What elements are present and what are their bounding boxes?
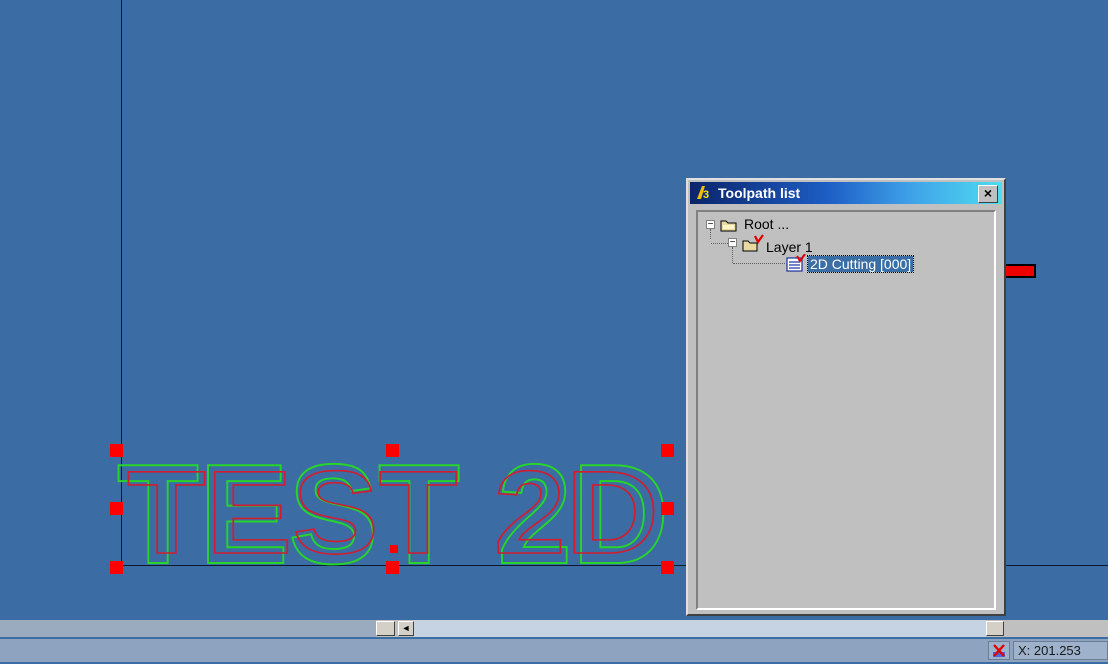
selection-handle-bottom-right[interactable] xyxy=(661,561,674,574)
selection-handle-bottom-mid[interactable] xyxy=(386,561,399,574)
expand-collapse-icon[interactable]: − xyxy=(706,220,715,230)
tree-line xyxy=(733,263,785,264)
close-icon[interactable]: × xyxy=(978,185,998,203)
inner-toolpath-text: TEST 2D xyxy=(127,447,659,579)
tree-toolpath-label[interactable]: 2D Cutting [000] xyxy=(806,255,915,273)
app-logo-icon: 3 xyxy=(697,186,709,201)
coordinate-readout: X: 201.253 xyxy=(1013,641,1108,660)
drawing-text-geometry[interactable]: TEST 2D TEST 2D xyxy=(105,440,685,580)
toolpath-list-window[interactable]: 3 Toolpath list × − Root ... − Layer 1 2… xyxy=(686,178,1006,616)
tree-layer-label[interactable]: Layer 1 xyxy=(766,239,813,255)
tree-line xyxy=(710,229,711,239)
selection-handle-top-mid[interactable] xyxy=(386,444,399,457)
folder-icon xyxy=(720,220,737,232)
center-handle[interactable] xyxy=(390,545,398,553)
scroll-track-right[interactable] xyxy=(414,620,986,637)
scroll-end-button[interactable] xyxy=(986,621,1004,636)
layer-folder-icon xyxy=(742,234,764,252)
status-cross-icon[interactable] xyxy=(988,641,1010,660)
scroll-track-left[interactable] xyxy=(0,620,376,637)
toolpath-tree[interactable]: − Root ... − Layer 1 2D Cutting [000] xyxy=(696,210,996,610)
expand-collapse-icon[interactable]: − xyxy=(728,238,737,248)
selection-handle-top-right[interactable] xyxy=(661,444,674,457)
tree-line xyxy=(732,247,733,263)
selection-handle-mid-right[interactable] xyxy=(661,502,674,515)
svg-text:3: 3 xyxy=(703,189,709,201)
selection-handle-bottom-left[interactable] xyxy=(110,561,123,574)
tree-line xyxy=(711,243,728,244)
status-bar: X: 201.253 xyxy=(0,639,1108,662)
scroll-left-icon[interactable]: ◄ xyxy=(398,621,414,636)
toolpath-icon xyxy=(786,254,806,272)
tree-root-label[interactable]: Root ... xyxy=(744,216,789,232)
scroll-thumb[interactable] xyxy=(376,621,395,636)
window-title: Toolpath list xyxy=(718,185,801,201)
selection-handle-mid-left[interactable] xyxy=(110,502,123,515)
toolpath-window-titlebar[interactable]: 3 Toolpath list × xyxy=(690,182,1002,204)
horizontal-scrollbar[interactable]: ◄ xyxy=(0,620,1108,637)
selection-handle-top-left[interactable] xyxy=(110,444,123,457)
